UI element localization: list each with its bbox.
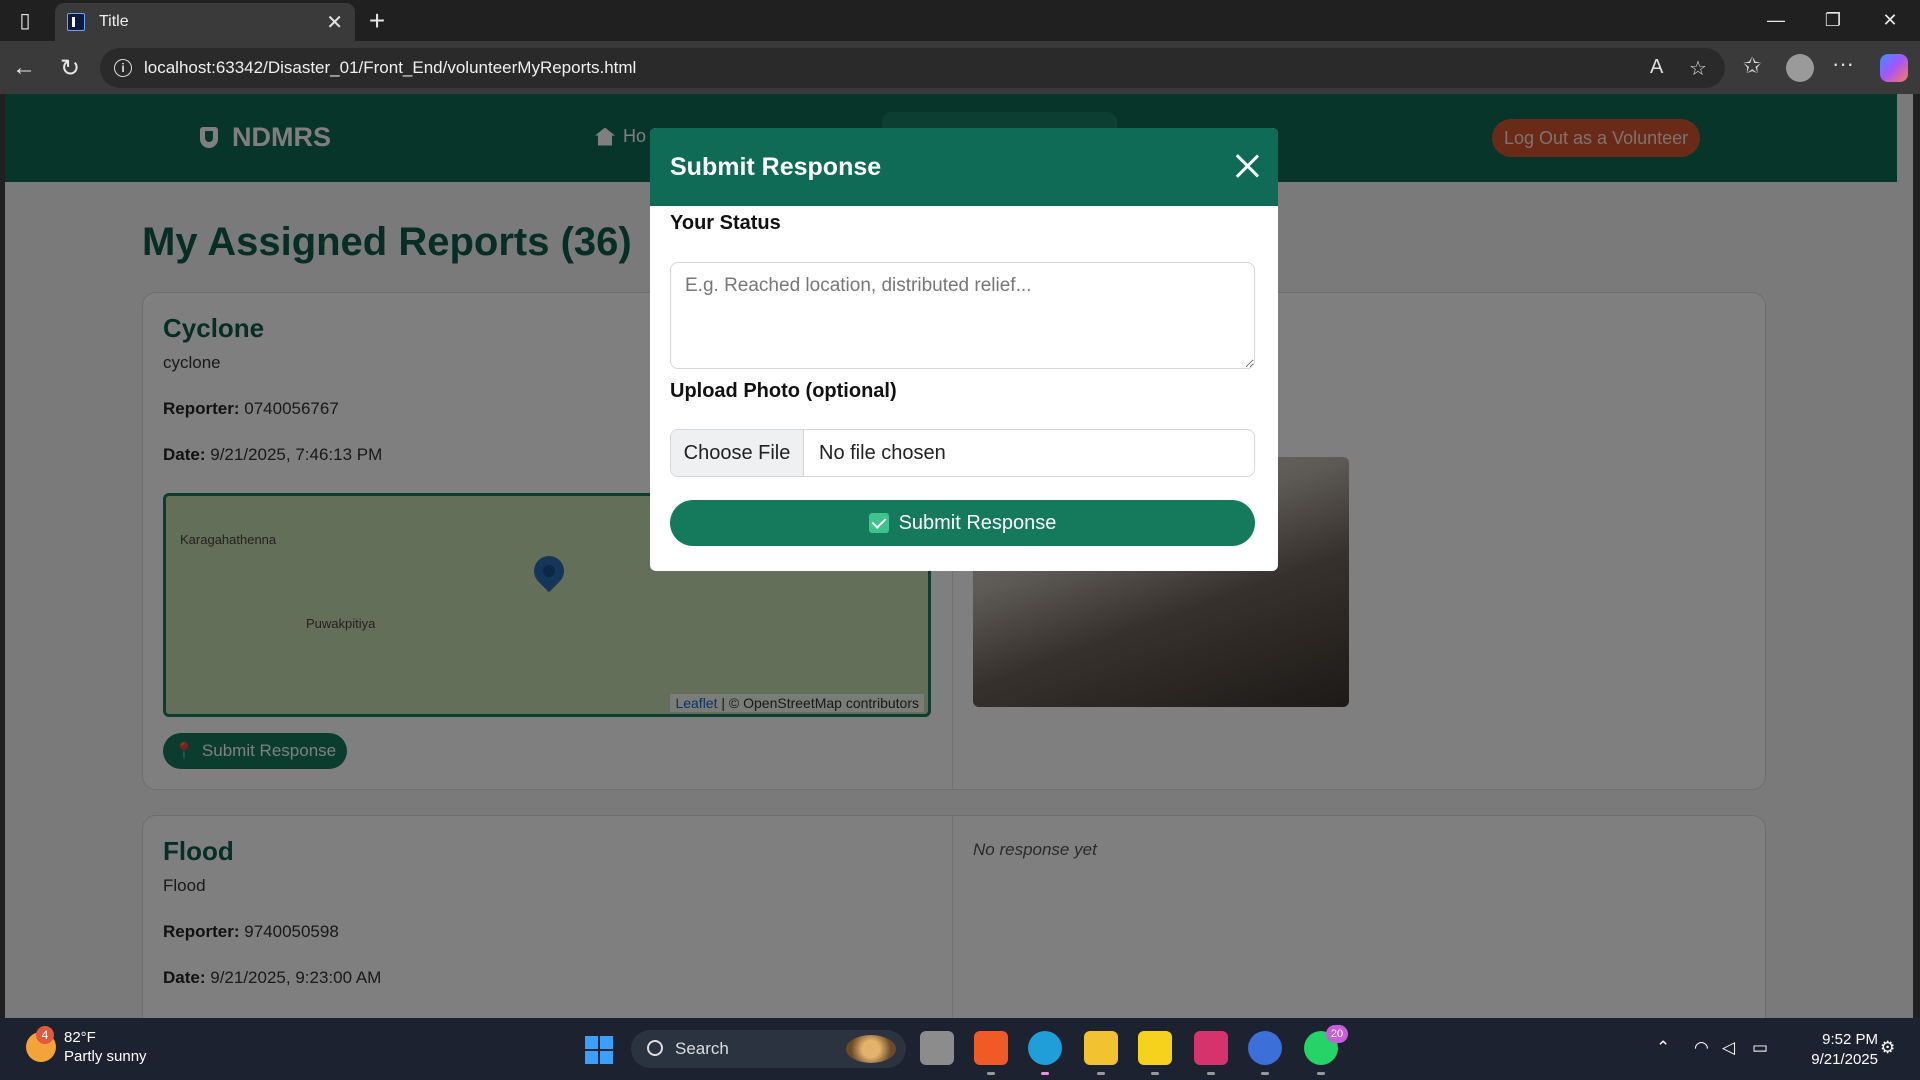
search-label: Search [675,1039,729,1058]
tab-title: Title [99,13,129,30]
clock[interactable]: 9:52 PM 9/21/2025 [1783,1030,1878,1070]
chevron-up-icon[interactable]: ⌃ [1656,1038,1670,1058]
photo-file-input[interactable]: Choose File No file chosen [670,429,1255,477]
modal-submit-label: Submit Response [898,511,1057,534]
edge-icon[interactable] [1028,1031,1062,1075]
brave-icon[interactable] [974,1031,1008,1075]
browser-tab[interactable]: Title ✕ [55,3,355,41]
minimize-icon[interactable]: — [1748,0,1804,41]
status-label: Your Status [670,212,781,234]
jetbrains-icon[interactable] [1194,1031,1228,1075]
browser-tab-bar: ▯ Title ✕ + — ❐ ✕ [0,0,1920,41]
info-icon[interactable]: i [114,59,132,77]
windows-start-icon[interactable] [585,1036,613,1064]
restore-icon[interactable]: ❐ [1805,0,1861,41]
address-bar[interactable]: i localhost:63342/Disaster_01/Front_End/… [100,48,1725,88]
weather-text: 82°F Partly sunny [64,1028,147,1066]
file-explorer-icon[interactable] [1084,1031,1118,1075]
clock-time: 9:52 PM [1822,1031,1878,1048]
sticky-notes-icon[interactable] [1138,1031,1172,1075]
notification-icon[interactable]: ⚙ [1880,1038,1895,1058]
back-icon[interactable]: ← [6,50,42,86]
taskbar-search[interactable]: Search [631,1030,906,1068]
whatsapp-badge: 20 [1326,1025,1348,1043]
submit-response-modal: Submit Response Your Status Upload Photo… [650,128,1278,571]
choose-file-button[interactable]: Choose File [671,430,804,476]
chat-app-icon[interactable] [1248,1031,1282,1075]
battery-icon[interactable]: ▭ [1752,1038,1768,1058]
jetbrains-favicon-icon [67,13,85,31]
modal-submit-button[interactable]: Submit Response [670,500,1255,546]
weather-badge: 4 [36,1026,54,1044]
address-toolbar: ← ↻ i localhost:63342/Disaster_01/Front_… [0,41,1920,94]
read-aloud-icon[interactable]: A [1650,56,1663,79]
windows-taskbar: 4 82°F Partly sunny Search 20 ⌃ ◠ ◁ ▭ 9:… [0,1018,1920,1080]
close-icon[interactable] [1234,153,1260,179]
url-text: localhost:63342/Disaster_01/Front_End/vo… [144,58,637,77]
saturn-icon [846,1035,896,1063]
reload-icon[interactable]: ↻ [52,50,88,86]
search-icon [647,1040,663,1056]
profile-icon[interactable] [1786,54,1814,82]
page-viewport: NDMRS Ho Log Out as a Volunteer My Assig… [5,94,1913,1018]
modal-header: Submit Response [650,128,1278,206]
weather-temp: 82°F [64,1029,96,1046]
whatsapp-icon[interactable]: 20 [1304,1025,1348,1075]
close-icon[interactable]: ✕ [326,10,343,35]
clock-date: 9/21/2025 [1811,1051,1878,1068]
copilot-icon[interactable] [1880,54,1908,82]
favorites-icon[interactable]: ✩ [1743,53,1761,79]
plus-icon[interactable]: + [362,0,392,41]
check-icon [868,513,889,533]
task-view-icon[interactable] [920,1031,954,1065]
star-icon[interactable]: ☆ [1689,56,1707,81]
close-window-icon[interactable]: ✕ [1862,0,1918,41]
sidebar-icon[interactable]: ▯ [0,0,50,41]
file-status: No file chosen [819,441,946,464]
more-icon[interactable]: ··· [1832,51,1854,77]
photo-label: Upload Photo (optional) [670,380,897,402]
modal-title: Submit Response [670,153,882,181]
volume-icon[interactable]: ◁ [1722,1038,1735,1058]
weather-desc: Partly sunny [64,1048,147,1065]
status-textarea[interactable] [670,262,1255,369]
wifi-icon[interactable]: ◠ [1694,1038,1709,1058]
